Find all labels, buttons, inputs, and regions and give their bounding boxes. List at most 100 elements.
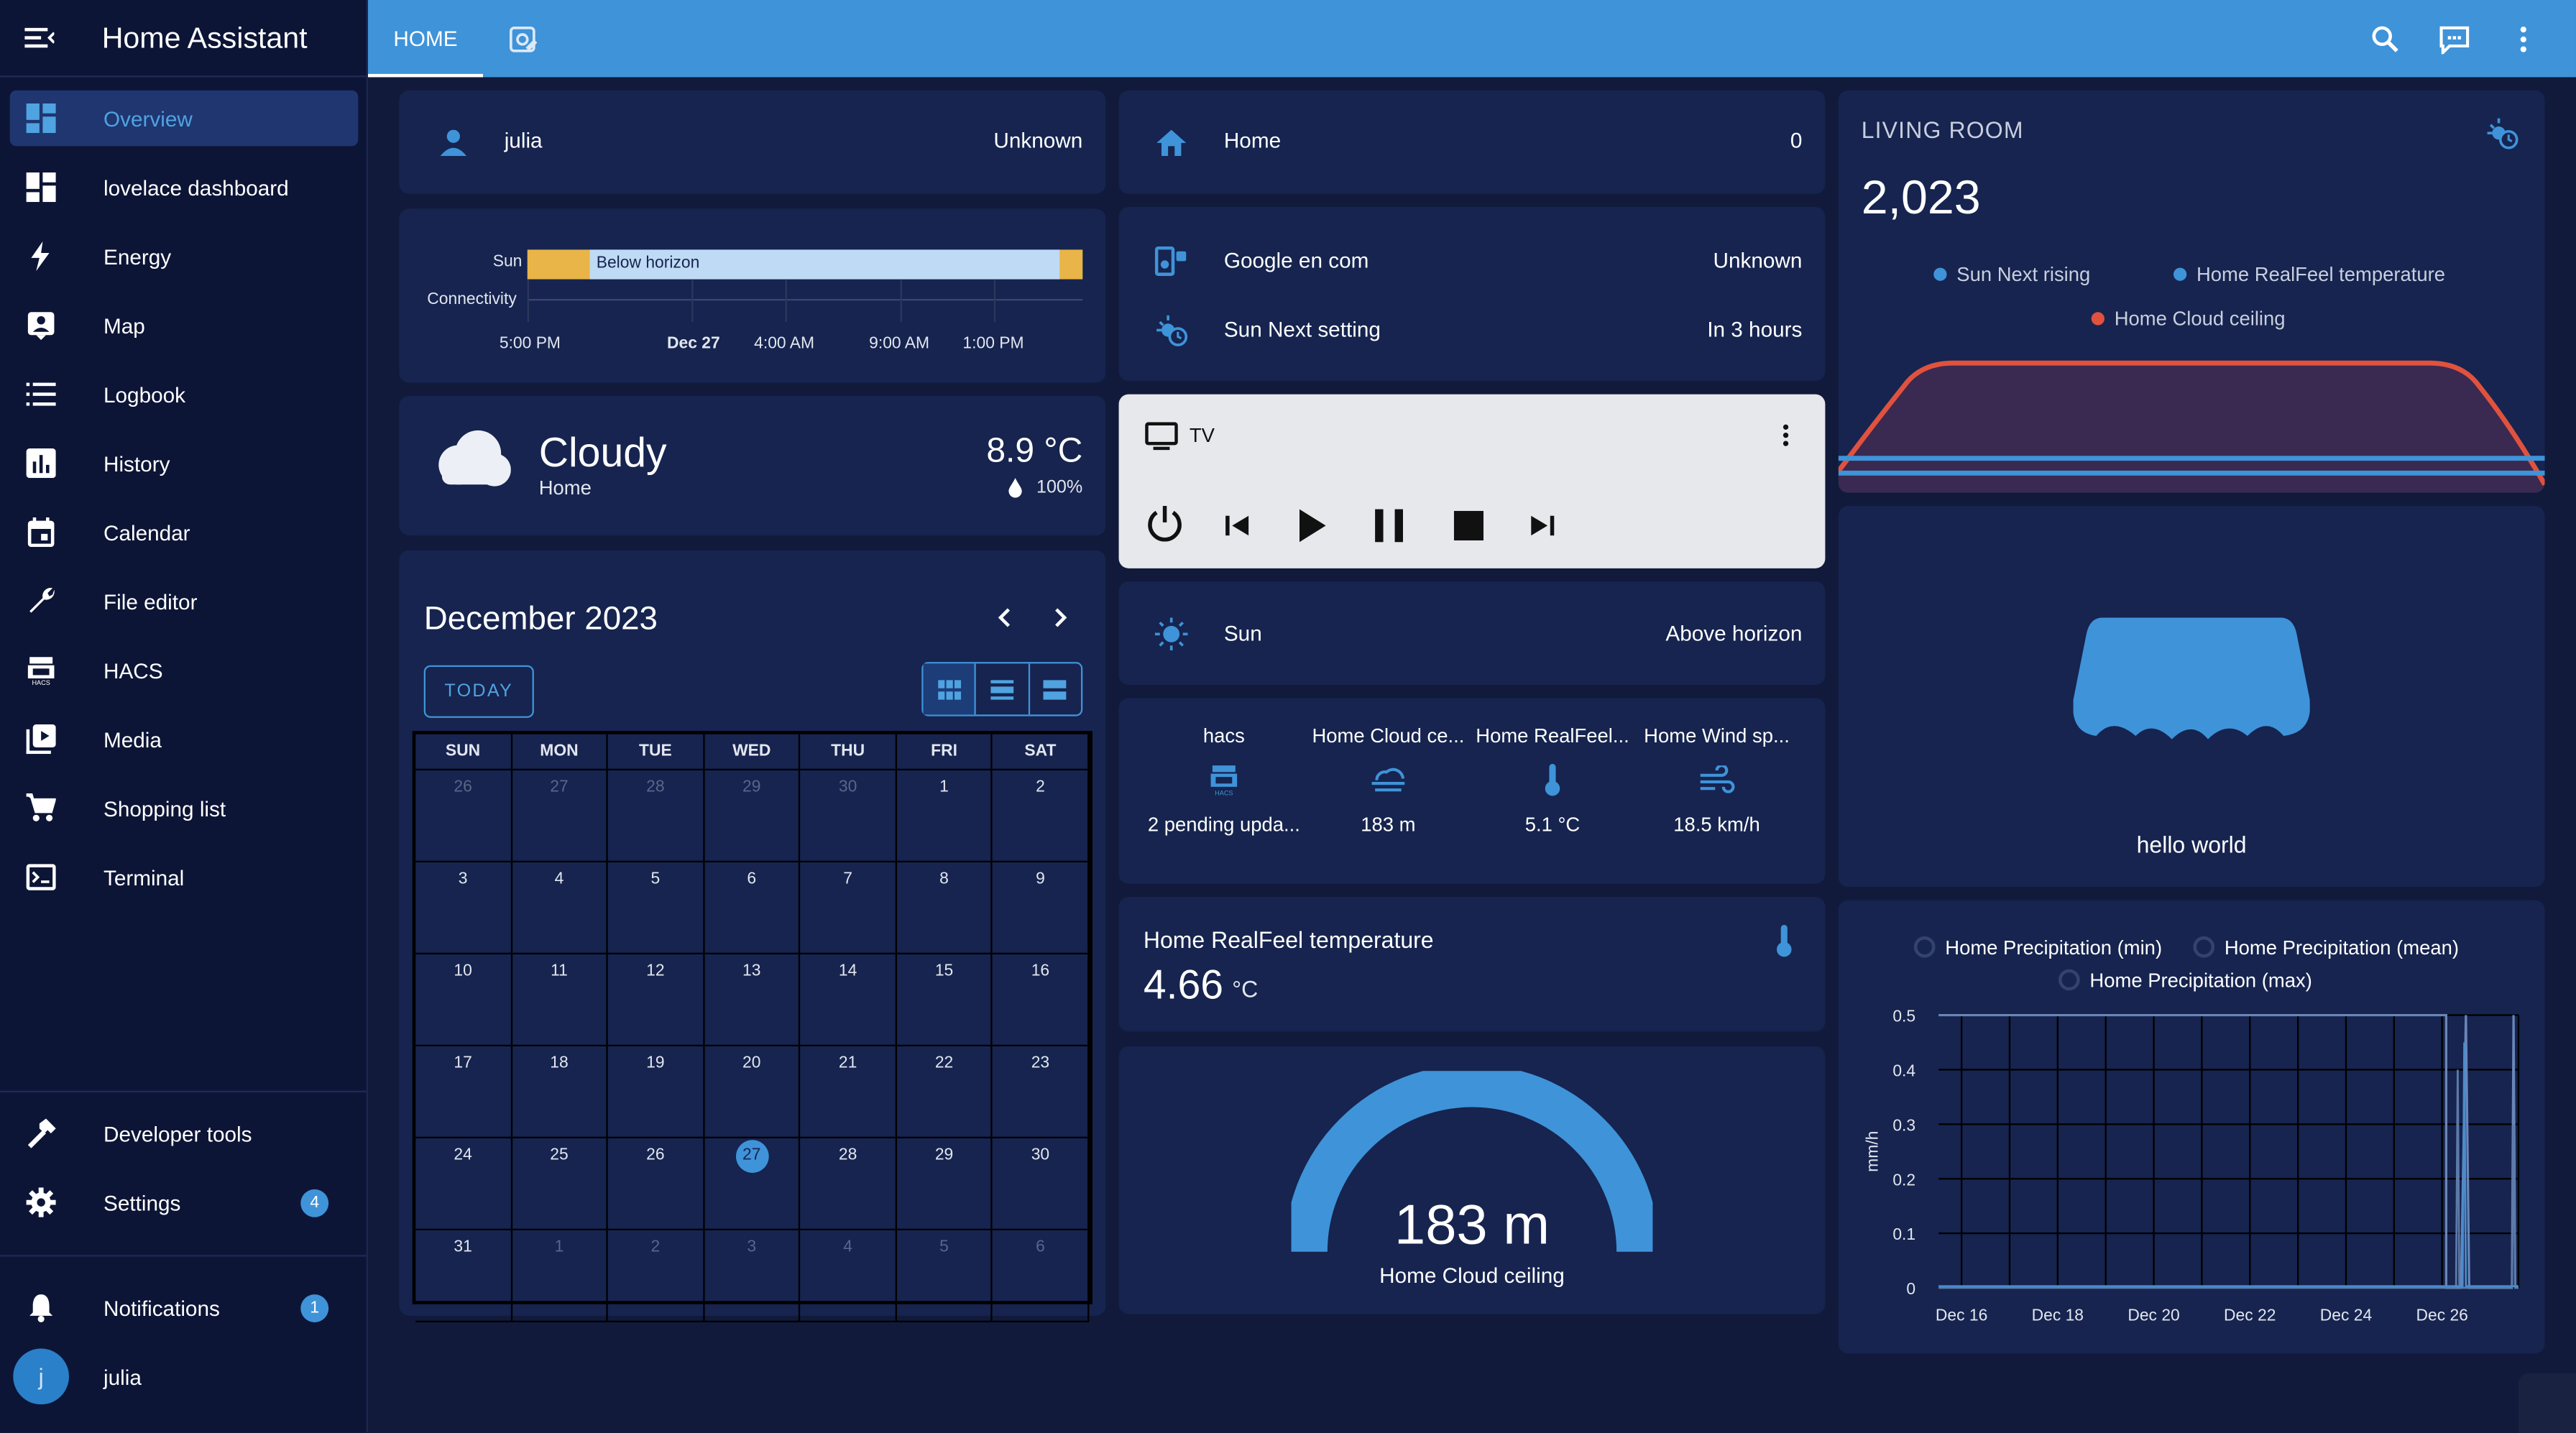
sidebar-item-calendar[interactable]: Calendar bbox=[10, 504, 359, 561]
day-view-button[interactable] bbox=[1029, 663, 1081, 714]
gauge-card[interactable]: 183 m Home Cloud ceiling bbox=[1118, 1046, 1826, 1314]
search-icon[interactable] bbox=[2365, 19, 2405, 59]
sidebar-item-developer-tools[interactable]: Developer tools bbox=[10, 1105, 359, 1161]
picture-card[interactable]: hello world bbox=[1838, 505, 2545, 888]
calendar-day[interactable]: 15 bbox=[896, 954, 993, 1046]
legend-item[interactable]: Home Precipitation (max) bbox=[2058, 969, 2312, 992]
menu-icon[interactable] bbox=[0, 27, 79, 50]
glance-item-wind[interactable]: Home Wind sp... 18.5 km/h bbox=[1634, 724, 1799, 836]
sun-entity-card[interactable]: Sun Above horizon bbox=[1118, 581, 1826, 686]
calendar-day[interactable]: 31 bbox=[415, 1230, 512, 1322]
play-icon[interactable] bbox=[1298, 507, 1328, 552]
sidebar-item-label: Terminal bbox=[103, 865, 185, 890]
calendar-day[interactable]: 27 bbox=[512, 770, 609, 862]
sidebar-item-lovelace[interactable]: lovelace dashboard bbox=[10, 160, 359, 216]
sidebar-item-logbook[interactable]: Logbook bbox=[10, 367, 359, 423]
calendar-day[interactable]: 26 bbox=[608, 1138, 704, 1230]
calendar-day[interactable]: 12 bbox=[608, 954, 704, 1046]
tick-line bbox=[785, 279, 787, 322]
calendar-day-today[interactable]: 27 bbox=[704, 1138, 801, 1230]
sidebar-item-terminal[interactable]: Terminal bbox=[10, 849, 359, 906]
sidebar-item-energy[interactable]: Energy bbox=[10, 229, 359, 285]
sun-setting-name[interactable]: Sun Next setting bbox=[1224, 317, 1381, 341]
glance-item-realfeel[interactable]: Home RealFeel... 5.1 °C bbox=[1471, 724, 1635, 836]
sidebar-item-hacs[interactable]: HACS HACS bbox=[10, 642, 359, 699]
calendar-day[interactable]: 5 bbox=[896, 1230, 993, 1322]
calendar-day[interactable]: 29 bbox=[896, 1138, 993, 1230]
skip-previous-icon[interactable] bbox=[1224, 512, 1251, 547]
weather-card[interactable]: Cloudy Home 8.9 °C 100% bbox=[399, 395, 1106, 536]
calendar-day[interactable]: 5 bbox=[608, 862, 704, 954]
calendar-day[interactable]: 4 bbox=[512, 862, 609, 954]
calendar-day[interactable]: 13 bbox=[704, 954, 801, 1046]
more-vert-icon[interactable] bbox=[1782, 424, 1789, 455]
calendar-day[interactable]: 26 bbox=[415, 770, 512, 862]
chevron-right-icon[interactable] bbox=[1052, 606, 1068, 635]
calendar-day[interactable]: 24 bbox=[415, 1138, 512, 1230]
sidebar-item-history[interactable]: History bbox=[10, 436, 359, 492]
glance-item-cloud-ceiling[interactable]: Home Cloud ce... 183 m bbox=[1306, 724, 1471, 836]
glance-item-hacs[interactable]: hacs HACS 2 pending upda... bbox=[1142, 724, 1307, 836]
calendar-day[interactable]: 14 bbox=[800, 954, 897, 1046]
sidebar-item-notifications[interactable]: Notifications 1 bbox=[10, 1280, 359, 1336]
calendar-day[interactable]: 7 bbox=[800, 862, 897, 954]
edit-dashboard-icon[interactable] bbox=[502, 19, 542, 59]
today-button[interactable]: TODAY bbox=[423, 665, 534, 718]
calendar-day[interactable]: 28 bbox=[800, 1138, 897, 1230]
calendar-day[interactable]: 20 bbox=[704, 1046, 801, 1138]
calendar-day[interactable]: 1 bbox=[896, 770, 993, 862]
calendar-day[interactable]: 2 bbox=[993, 770, 1090, 862]
month-view-button[interactable] bbox=[923, 663, 977, 715]
calendar-day[interactable]: 28 bbox=[608, 770, 704, 862]
calendar-day[interactable]: 2 bbox=[608, 1230, 704, 1322]
calendar-day[interactable]: 18 bbox=[512, 1046, 609, 1138]
week-view-button[interactable] bbox=[976, 663, 1030, 715]
sensor-realfeel-card[interactable]: Home RealFeel temperature 4.66 °C bbox=[1118, 896, 1826, 1032]
home-zone-card[interactable]: Home 0 bbox=[1118, 90, 1826, 194]
sidebar-item-shopping-list[interactable]: Shopping list bbox=[10, 780, 359, 837]
calendar-day[interactable]: 30 bbox=[993, 1138, 1090, 1230]
legend-item[interactable]: Home Precipitation (min) bbox=[1913, 936, 2162, 959]
sidebar-item-file-editor[interactable]: File editor bbox=[10, 573, 359, 630]
calendar-day[interactable]: 8 bbox=[896, 862, 993, 954]
calendar-day[interactable]: 6 bbox=[993, 1230, 1090, 1322]
calendar-day[interactable]: 22 bbox=[896, 1046, 993, 1138]
sidebar-item-overview[interactable]: Overview bbox=[9, 90, 359, 147]
assist-icon[interactable] bbox=[2434, 19, 2474, 59]
living-room-card[interactable]: LIVING ROOM 2,023 Sun Next rising Home R… bbox=[1838, 90, 2545, 493]
calendar-day[interactable]: 23 bbox=[993, 1046, 1090, 1138]
stop-icon[interactable] bbox=[1453, 510, 1484, 549]
statistics-chart: 0.5 0.4 0.3 0.2 0.1 0 Dec 16 Dec 18 Dec 20 Dec 22… bbox=[1863, 1007, 2520, 1324]
sidebar-item-media[interactable]: Media bbox=[10, 711, 359, 768]
calendar-day[interactable]: 3 bbox=[704, 1230, 801, 1322]
calendar-day[interactable]: 4 bbox=[800, 1230, 897, 1322]
calendar-day[interactable]: 29 bbox=[704, 770, 801, 862]
calendar-day[interactable]: 21 bbox=[800, 1046, 897, 1138]
calendar-day[interactable]: 11 bbox=[512, 954, 609, 1046]
view-week-icon bbox=[990, 679, 1014, 699]
calendar-day[interactable]: 6 bbox=[704, 862, 801, 954]
pause-icon[interactable] bbox=[1374, 507, 1407, 552]
legend-item[interactable]: Home Precipitation (mean) bbox=[2193, 936, 2459, 959]
sidebar-item-map[interactable]: Map bbox=[10, 298, 359, 354]
calendar-day[interactable]: 3 bbox=[415, 862, 512, 954]
calendar-day[interactable]: 10 bbox=[415, 954, 512, 1046]
sidebar-item-settings[interactable]: Settings 4 bbox=[10, 1174, 359, 1230]
calendar-day[interactable]: 1 bbox=[512, 1230, 609, 1322]
calendar-day[interactable]: 30 bbox=[800, 770, 897, 862]
calendar-day[interactable]: 19 bbox=[608, 1046, 704, 1138]
calendar-day[interactable]: 17 bbox=[415, 1046, 512, 1138]
tab-home[interactable]: HOME bbox=[367, 0, 483, 78]
power-icon[interactable] bbox=[1145, 504, 1184, 552]
google-entity-name[interactable]: Google en com bbox=[1224, 248, 1369, 272]
chevron-left-icon[interactable] bbox=[997, 606, 1013, 635]
weather-humidity: 100% bbox=[1036, 478, 1083, 498]
person-card[interactable]: julia Unknown bbox=[399, 90, 1106, 194]
calendar-day[interactable]: 9 bbox=[993, 862, 1090, 954]
skip-next-icon[interactable] bbox=[1530, 512, 1556, 547]
more-vert-icon[interactable] bbox=[2503, 19, 2543, 59]
sidebar-item-user[interactable]: j julia bbox=[10, 1348, 359, 1405]
calendar-day[interactable]: 25 bbox=[512, 1138, 609, 1230]
timeline-bar-below[interactable]: Below horizon bbox=[589, 249, 1060, 280]
calendar-day[interactable]: 16 bbox=[993, 954, 1090, 1046]
